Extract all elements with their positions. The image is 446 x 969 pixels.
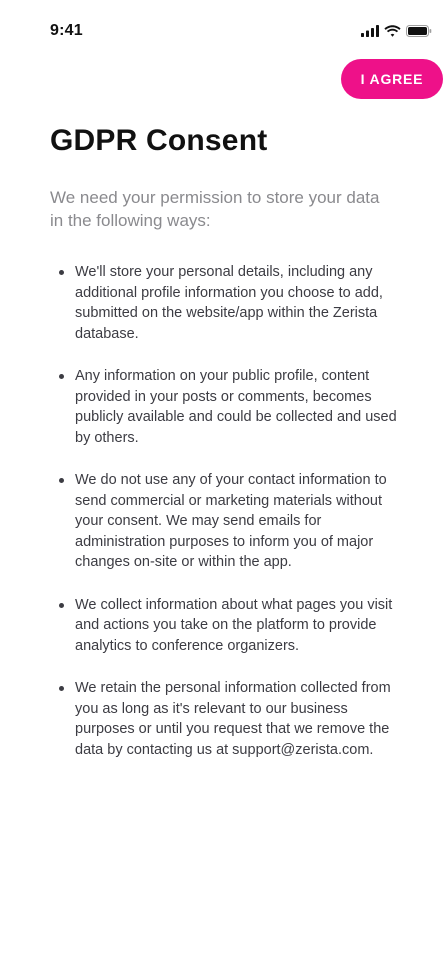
status-icons xyxy=(361,24,432,42)
consent-item-text: We collect information about what pages … xyxy=(75,596,393,654)
list-item: We collect information about what pages … xyxy=(57,595,402,657)
gdpr-consent-screen: 9:41 I AGREE GDPR Consent We need your p… xyxy=(0,0,446,969)
bullet-icon xyxy=(59,374,64,379)
consent-item-text: We retain the personal information colle… xyxy=(75,680,391,758)
list-item: We'll store your personal details, inclu… xyxy=(57,262,402,344)
consent-item-text: Any information on your public profile, … xyxy=(75,368,397,446)
agree-button[interactable]: I AGREE xyxy=(341,59,443,99)
page-title: GDPR Consent xyxy=(50,124,268,157)
list-item: We do not use any of your contact inform… xyxy=(57,470,402,573)
bullet-icon xyxy=(59,270,64,275)
list-item: Any information on your public profile, … xyxy=(57,366,402,448)
bullet-icon xyxy=(59,686,64,691)
bullet-icon xyxy=(59,478,64,483)
wifi-icon xyxy=(384,24,401,42)
bullet-icon xyxy=(59,602,64,608)
battery-icon xyxy=(406,24,432,42)
intro-text: We need your permission to store your da… xyxy=(50,188,380,230)
consent-item-text: We do not use any of your contact inform… xyxy=(75,472,387,570)
list-item: We retain the personal information colle… xyxy=(57,678,402,760)
cellular-signal-icon xyxy=(361,24,379,42)
status-bar: 9:41 xyxy=(0,0,446,64)
consent-item-text: We'll store your personal details, inclu… xyxy=(75,264,383,342)
status-time: 9:41 xyxy=(50,22,83,39)
consent-list: We'll store your personal details, inclu… xyxy=(57,262,402,782)
